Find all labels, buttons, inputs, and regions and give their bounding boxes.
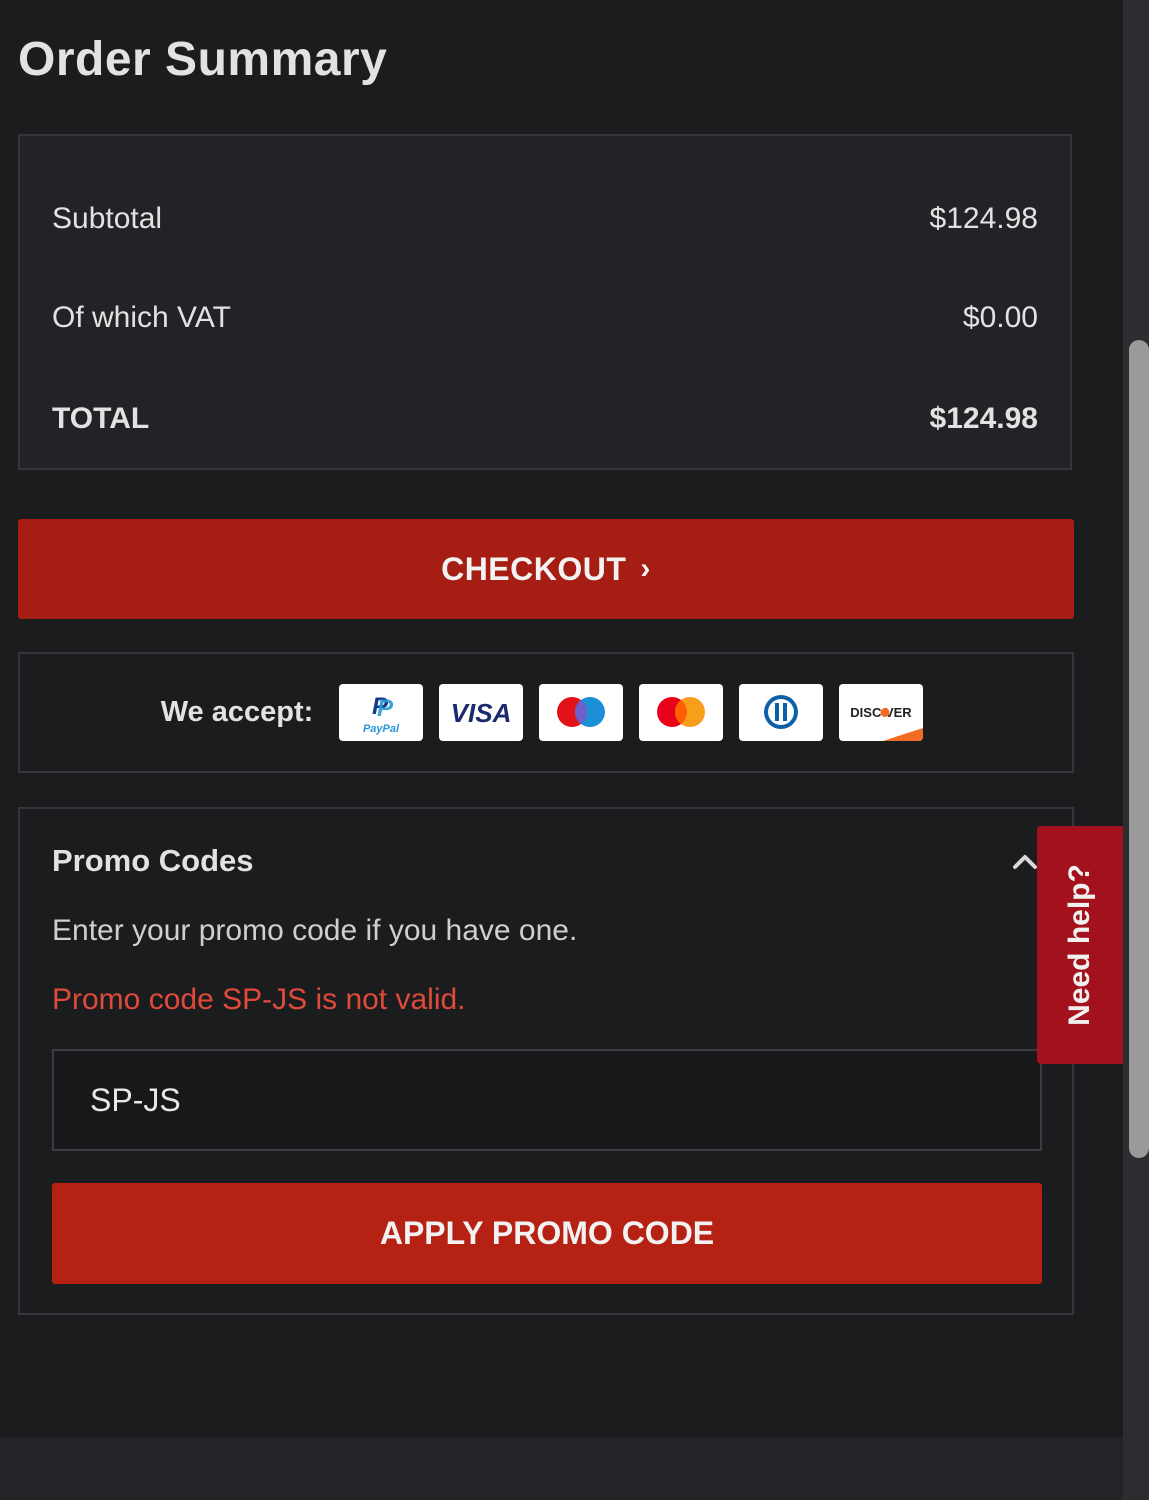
promo-description: Enter your promo code if you have one. bbox=[52, 914, 578, 947]
paypal-icon: P P PayPal bbox=[339, 684, 424, 741]
promo-codes-panel: Promo Codes Enter your promo code if you… bbox=[18, 807, 1074, 1315]
need-help-label: Need help? bbox=[1063, 864, 1096, 1026]
visa-icon: VISA bbox=[439, 684, 524, 741]
maestro-icon bbox=[539, 684, 624, 741]
checkout-label: CHECKOUT bbox=[441, 550, 627, 587]
paypal-text: PayPal bbox=[363, 723, 400, 735]
total-label: TOTAL bbox=[52, 402, 150, 435]
discover-icon: DISC VER bbox=[839, 684, 924, 741]
summary-box: Subtotal $124.98 Of which VAT $0.00 TOTA… bbox=[18, 134, 1072, 470]
promo-codes-title: Promo Codes bbox=[52, 843, 254, 878]
payment-methods-box: We accept: P P PayPal VISA DISC VER bbox=[18, 652, 1074, 773]
checkout-button[interactable]: CHECKOUT › bbox=[18, 519, 1074, 619]
page-title: Order Summary bbox=[18, 33, 388, 86]
vat-value: $0.00 bbox=[962, 301, 1038, 334]
subtotal-label: Subtotal bbox=[52, 202, 163, 235]
subtotal-row: Subtotal $124.98 bbox=[52, 202, 1038, 236]
visa-text: VISA bbox=[451, 698, 512, 728]
total-value: $124.98 bbox=[929, 402, 1038, 435]
vat-label: Of which VAT bbox=[52, 301, 231, 334]
svg-text:P: P bbox=[377, 695, 394, 722]
vat-row: Of which VAT $0.00 bbox=[52, 301, 1038, 335]
need-help-tab[interactable]: Need help? bbox=[1037, 826, 1123, 1064]
order-summary-page: Order Summary Subtotal $124.98 Of which … bbox=[0, 0, 1149, 1500]
scrollbar-thumb[interactable] bbox=[1129, 340, 1149, 1158]
apply-promo-code-button[interactable]: APPLY PROMO CODE bbox=[52, 1183, 1042, 1284]
chevron-right-icon: › bbox=[640, 552, 651, 585]
total-row: TOTAL $124.98 bbox=[52, 402, 1038, 436]
subtotal-value: $124.98 bbox=[929, 202, 1038, 235]
promo-error-message: Promo code SP-JS is not valid. bbox=[52, 983, 466, 1016]
we-accept-label: We accept: bbox=[160, 696, 314, 728]
footer-strip bbox=[0, 1437, 1123, 1500]
promo-code-input[interactable] bbox=[52, 1049, 1042, 1151]
diners-club-icon bbox=[739, 684, 824, 741]
apply-promo-code-label: APPLY PROMO CODE bbox=[379, 1215, 715, 1251]
mastercard-icon bbox=[639, 684, 724, 741]
chevron-up-icon[interactable] bbox=[1010, 847, 1040, 877]
